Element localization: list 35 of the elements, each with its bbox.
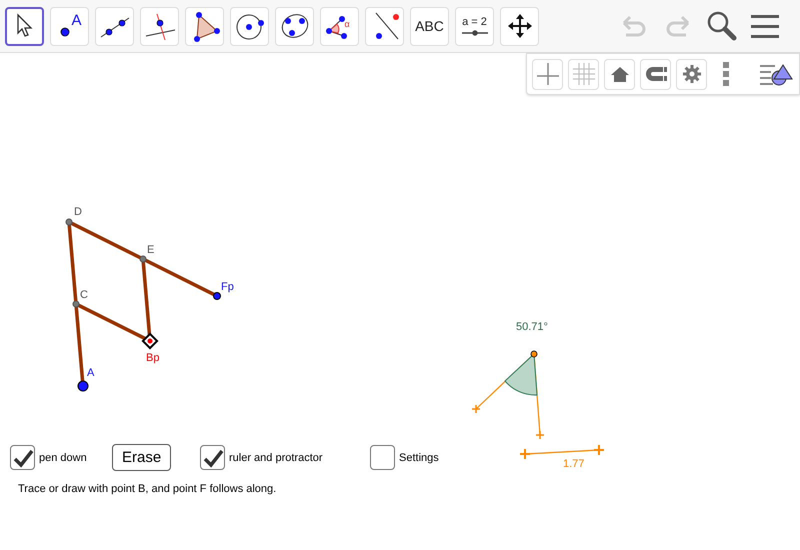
checkbox-label: Settings <box>399 452 439 464</box>
tool-button[interactable]: α <box>320 6 359 46</box>
point-label: E <box>147 244 154 256</box>
point-dot[interactable] <box>72 300 80 308</box>
tool-button[interactable]: A <box>50 6 89 46</box>
tool-button[interactable] <box>5 6 44 46</box>
point-dot[interactable] <box>140 256 146 262</box>
point-icon <box>60 27 70 37</box>
length-reading: 1.77 <box>563 458 584 470</box>
tool-button[interactable]: a = 2 <box>455 6 494 46</box>
point-label: C <box>80 289 88 301</box>
erase-button[interactable]: Erase <box>112 444 172 471</box>
checkbox-label: ruler and protractor <box>229 452 323 464</box>
point-label: A <box>87 367 94 379</box>
point-dot[interactable] <box>78 380 88 392</box>
point-label: Fp <box>221 281 234 293</box>
home-icon[interactable] <box>604 58 635 90</box>
instruction-text: Trace or draw with point B, and point F follows along. <box>18 483 276 495</box>
point-dot[interactable] <box>66 218 72 226</box>
point-label: Bp <box>146 352 160 364</box>
menu-icon[interactable] <box>748 13 782 39</box>
point-dot[interactable] <box>148 338 152 344</box>
checkbox[interactable] <box>370 445 395 470</box>
angle-reading: 50.71° <box>516 321 548 333</box>
magnet-icon[interactable] <box>640 58 671 90</box>
axes-icon[interactable] <box>532 58 563 90</box>
tool-button[interactable]: ABC <box>410 6 449 46</box>
slider-icon <box>462 30 488 36</box>
checkbox[interactable] <box>200 445 225 470</box>
settings-icon[interactable] <box>676 58 707 90</box>
point-dot[interactable] <box>213 292 221 300</box>
checkbox-label: pen down <box>39 452 87 464</box>
point-label: D <box>74 206 82 218</box>
checkbox[interactable] <box>10 445 35 470</box>
move-arrows-icon <box>506 13 532 39</box>
